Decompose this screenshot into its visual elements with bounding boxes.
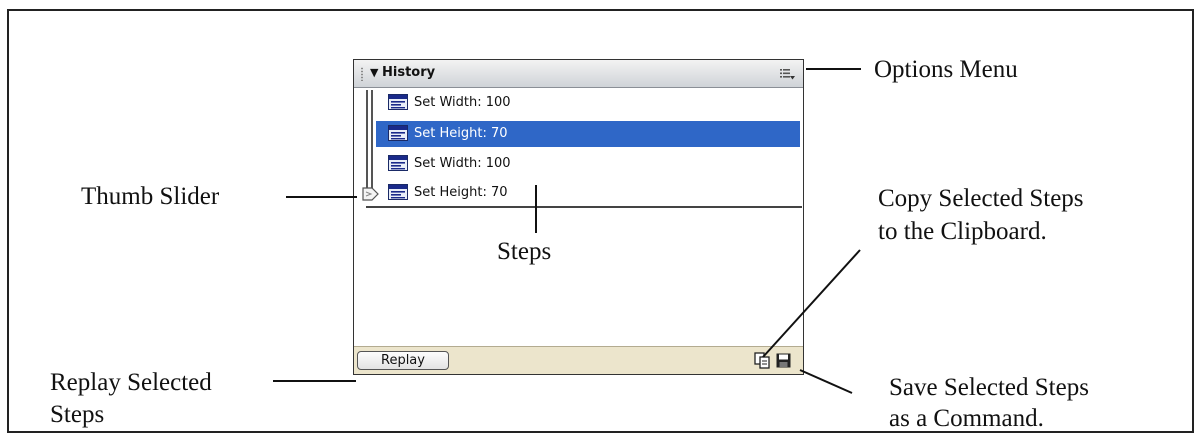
callout-replay-line1: Replay Selected <box>50 369 212 396</box>
step-icon <box>388 184 408 200</box>
callout-replay-line2: Steps <box>50 401 105 428</box>
step-label: Set Width: 100 <box>414 156 511 171</box>
history-panel: ▼ History Set Width: 100 Set Height: 70 … <box>353 59 804 375</box>
step-label: Set Height: 70 <box>414 126 508 141</box>
step-item[interactable]: Set Width: 100 <box>376 151 800 177</box>
step-item-selected[interactable]: Set Height: 70 <box>376 121 800 147</box>
callout-save-line1: Save Selected Steps <box>889 374 1089 401</box>
step-icon <box>388 155 408 171</box>
slider-thumb-icon[interactable] <box>362 186 380 202</box>
step-item[interactable]: Set Width: 100 <box>376 90 800 116</box>
step-item[interactable]: Set Height: 70 <box>376 180 800 206</box>
grip-icon[interactable] <box>360 67 364 81</box>
list-divider <box>366 206 802 208</box>
slider-track[interactable] <box>366 90 373 200</box>
steps-list: Set Width: 100 Set Height: 70 Set Width:… <box>354 88 803 346</box>
step-label: Set Width: 100 <box>414 95 511 110</box>
step-icon <box>388 125 408 141</box>
step-icon <box>388 94 408 110</box>
panel-header: ▼ History <box>354 60 803 88</box>
save-icon[interactable] <box>776 353 791 368</box>
options-menu-icon[interactable] <box>779 66 795 80</box>
replay-button[interactable]: Replay <box>357 351 449 370</box>
copy-icon[interactable] <box>754 352 770 369</box>
callout-steps: Steps <box>497 238 552 265</box>
panel-footer: Replay <box>354 346 803 374</box>
callout-copy-line2: to the Clipboard. <box>878 218 1047 245</box>
callout-thumb-slider: Thumb Slider <box>81 183 220 210</box>
callout-copy-line1: Copy Selected Steps <box>878 185 1084 212</box>
callout-save-line2: as a Command. <box>889 405 1044 432</box>
callout-options-menu: Options Menu <box>874 56 1018 83</box>
step-label: Set Height: 70 <box>414 185 508 200</box>
collapse-arrow-icon[interactable]: ▼ <box>370 66 378 79</box>
panel-title: History <box>382 65 436 80</box>
